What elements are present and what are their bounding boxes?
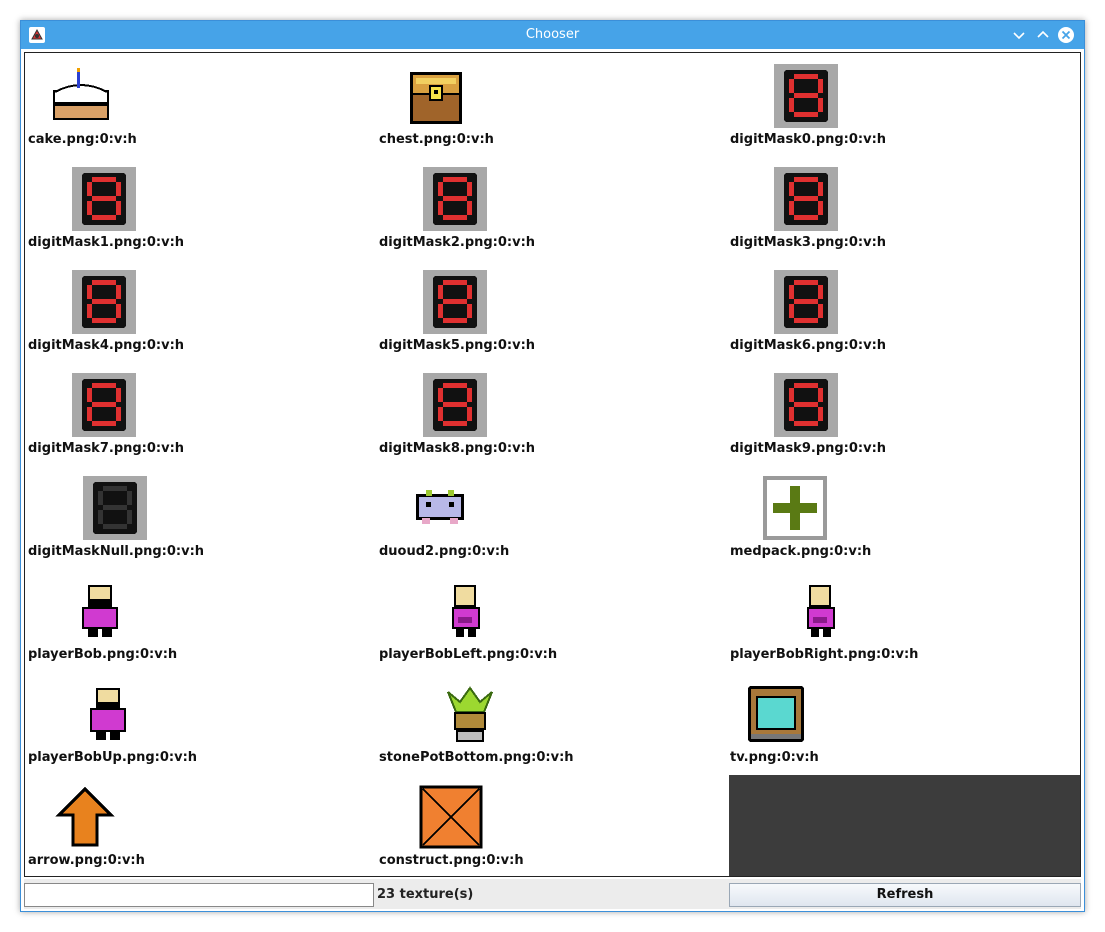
texture-label: digitMask7.png:0:v:h (28, 441, 185, 456)
texture-item[interactable]: digitMask7.png:0:v:h (25, 362, 376, 465)
texture-label: tv.png:0:v:h (730, 750, 819, 765)
bob-icon (82, 585, 118, 637)
texture-item[interactable]: medpack.png:0:v:h (727, 465, 1078, 568)
bobup-icon (90, 688, 126, 740)
digit-icon (72, 270, 136, 334)
digit-icon (423, 167, 487, 231)
texture-label: medpack.png:0:v:h (730, 544, 872, 559)
arrow-icon (55, 786, 115, 847)
tv-icon (748, 686, 804, 742)
texture-label: digitMaskNull.png:0:v:h (28, 544, 205, 559)
texture-item[interactable]: playerBob.png:0:v:h (25, 568, 376, 671)
construct-icon (419, 785, 483, 849)
empty-grid-area (729, 775, 1080, 876)
digit-icon (423, 270, 487, 334)
texture-label: digitMask8.png:0:v:h (379, 441, 536, 456)
window-title: Chooser (525, 27, 580, 42)
texture-item[interactable]: digitMask8.png:0:v:h (376, 362, 727, 465)
digit-icon (774, 64, 838, 128)
texture-label: playerBobLeft.png:0:v:h (379, 647, 558, 662)
texture-item[interactable]: playerBobUp.png:0:v:h (25, 671, 376, 774)
texture-item[interactable]: playerBobRight.png:0:v:h (727, 568, 1078, 671)
digit-icon (423, 373, 487, 437)
texture-item[interactable]: digitMaskNull.png:0:v:h (25, 465, 376, 568)
digit-icon (72, 167, 136, 231)
close-button[interactable] (1057, 26, 1075, 44)
maximize-button[interactable] (1034, 26, 1052, 44)
texture-label: digitMask2.png:0:v:h (379, 235, 536, 250)
refresh-button[interactable]: Refresh (729, 883, 1081, 907)
texture-item[interactable]: digitMask2.png:0:v:h (376, 156, 727, 259)
titlebar[interactable]: Chooser (21, 21, 1084, 49)
texture-item[interactable]: arrow.png:0:v:h (25, 774, 376, 876)
texture-item[interactable]: chest.png:0:v:h (376, 53, 727, 156)
texture-count: 23 texture(s) (377, 887, 474, 902)
texture-label: digitMask6.png:0:v:h (730, 338, 887, 353)
digit-icon (774, 167, 838, 231)
texture-item[interactable]: digitMask5.png:0:v:h (376, 259, 727, 362)
digit-icon (774, 373, 838, 437)
texture-label: digitMask3.png:0:v:h (730, 235, 887, 250)
texture-item[interactable]: cake.png:0:v:h (25, 53, 376, 156)
texture-item[interactable]: digitMask6.png:0:v:h (727, 259, 1078, 362)
texture-label: playerBob.png:0:v:h (28, 647, 178, 662)
texture-label: digitMask5.png:0:v:h (379, 338, 536, 353)
medpack-icon (763, 476, 827, 540)
filter-input[interactable] (24, 883, 374, 907)
texture-item[interactable]: stonePotBottom.png:0:v:h (376, 671, 727, 774)
bobside-icon (452, 585, 480, 637)
texture-label: cake.png:0:v:h (28, 132, 137, 147)
chest-icon (410, 72, 462, 124)
texture-label: stonePotBottom.png:0:v:h (379, 750, 574, 765)
minimize-button[interactable] (1010, 26, 1028, 44)
texture-label: digitMask4.png:0:v:h (28, 338, 185, 353)
texture-list[interactable]: cake.png:0:v:h chest.png:0:v:h digitMask… (24, 52, 1081, 877)
texture-label: digitMask1.png:0:v:h (28, 235, 185, 250)
texture-label: construct.png:0:v:h (379, 853, 524, 868)
bobside-icon (807, 585, 835, 637)
duoud-icon (416, 490, 464, 524)
texture-item[interactable]: digitMask9.png:0:v:h (727, 362, 1078, 465)
texture-label: digitMask0.png:0:v:h (730, 132, 887, 147)
texture-label: playerBobRight.png:0:v:h (730, 647, 919, 662)
texture-item[interactable]: digitMask3.png:0:v:h (727, 156, 1078, 259)
digit-icon (774, 270, 838, 334)
digitnull-icon (83, 476, 147, 540)
texture-item[interactable]: digitMask4.png:0:v:h (25, 259, 376, 362)
texture-label: duoud2.png:0:v:h (379, 544, 510, 559)
texture-item[interactable]: playerBobLeft.png:0:v:h (376, 568, 727, 671)
texture-item[interactable]: construct.png:0:v:h (376, 774, 727, 876)
texture-label: playerBobUp.png:0:v:h (28, 750, 198, 765)
digit-icon (72, 373, 136, 437)
chooser-window: Chooser cake.png:0:v:h chest.png:0:v:h d… (20, 20, 1085, 912)
texture-item[interactable]: digitMask0.png:0:v:h (727, 53, 1078, 156)
bottom-bar: 23 texture(s) Refresh (24, 879, 1081, 909)
pot-icon (447, 686, 493, 742)
texture-item[interactable]: digitMask1.png:0:v:h (25, 156, 376, 259)
texture-item[interactable]: duoud2.png:0:v:h (376, 465, 727, 568)
cake-icon (53, 68, 109, 120)
texture-item[interactable]: tv.png:0:v:h (727, 671, 1078, 774)
texture-label: digitMask9.png:0:v:h (730, 441, 887, 456)
texture-label: chest.png:0:v:h (379, 132, 494, 147)
texture-label: arrow.png:0:v:h (28, 853, 145, 868)
